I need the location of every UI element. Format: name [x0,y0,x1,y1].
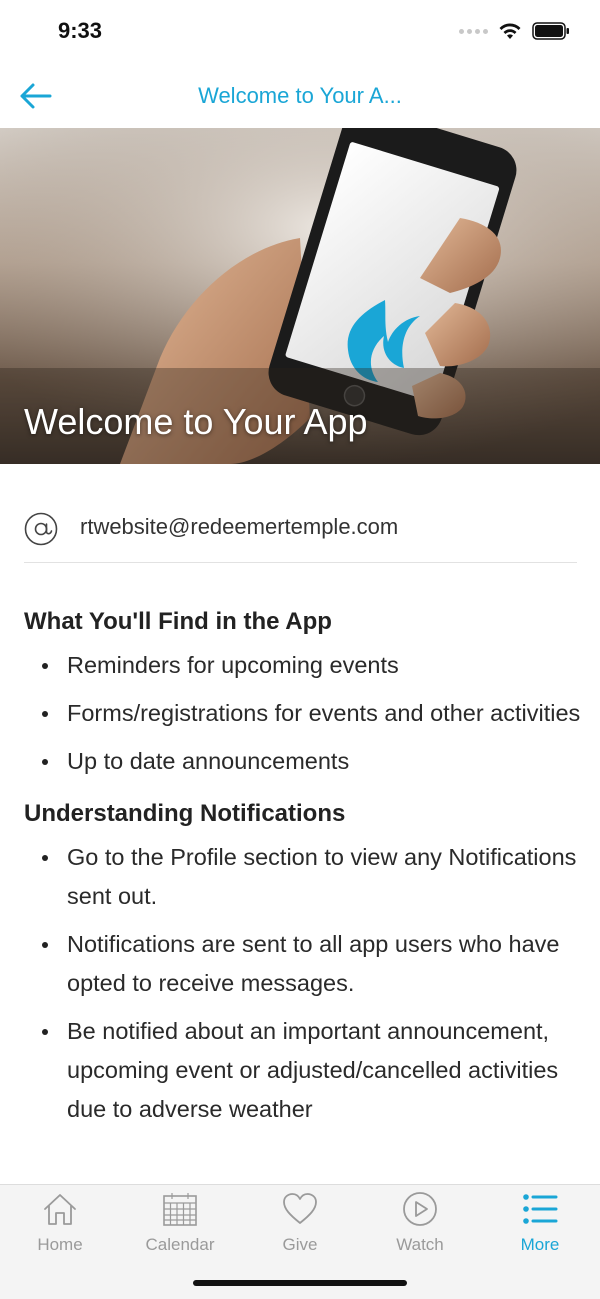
list-item: Notifications are sent to all app users … [24,925,584,1003]
home-icon [44,1194,76,1225]
email-text: rtwebsite@redeemertemple.com [80,514,399,539]
list-item: Forms/registrations for events and other… [24,694,584,733]
section-heading: Understanding Notifications [24,800,346,827]
notification-list: Go to the Profile section to view any No… [24,838,584,1129]
list-item: Reminders for upcoming events [24,646,584,685]
nav-title: Welcome to Your A... [198,83,402,108]
tab-label: Calendar [145,1235,215,1254]
tab-watch[interactable]: Watch [360,1185,480,1265]
tab-give[interactable]: Give [240,1185,360,1265]
home-indicator[interactable] [193,1280,407,1286]
list-icon [523,1194,558,1224]
email-contact-row[interactable]: rtwebsite@redeemertemple.com [24,494,577,563]
nav-bar: Welcome to Your A... [0,64,600,128]
play-icon [403,1192,437,1226]
battery-icon [532,22,569,40]
heart-icon [283,1193,317,1224]
status-time: 9:33 [58,18,103,43]
feature-list: Reminders for upcoming events Forms/regi… [24,646,584,781]
tab-more[interactable]: More [480,1185,600,1265]
signal-icon [459,28,488,34]
at-icon [24,512,58,546]
tab-label: Watch [396,1235,444,1254]
calendar-icon [163,1193,197,1226]
list-item: Be notified about an important announcem… [24,1012,584,1129]
content-body: What You'll Find in the App Reminders fo… [24,598,584,1138]
hero-title: Welcome to Your App [24,401,368,442]
tab-calendar[interactable]: Calendar [120,1185,240,1265]
status-icons [459,22,570,40]
status-bar: 9:33 [0,0,600,64]
section-heading: What You'll Find in the App [24,608,332,635]
tab-label: Give [282,1235,318,1254]
hero-banner: Welcome to Your App [0,128,600,464]
tab-home[interactable]: Home [0,1185,120,1265]
tab-label: Home [37,1235,83,1254]
list-item: Up to date announcements [24,742,584,781]
list-item: Go to the Profile section to view any No… [24,838,584,916]
wifi-icon [499,23,521,39]
tab-label: More [520,1235,560,1254]
